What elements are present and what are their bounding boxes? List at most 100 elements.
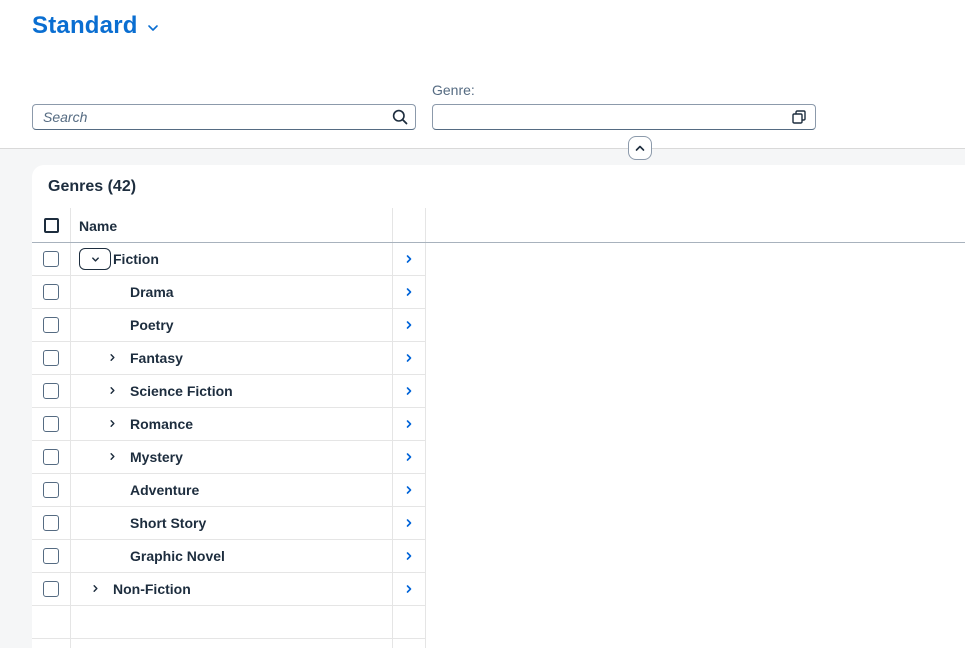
chevron-right-icon [406, 387, 412, 395]
chevron-right-icon [109, 419, 115, 427]
row-select-cell [32, 408, 71, 440]
table-row[interactable]: Science Fiction [32, 375, 426, 408]
chevron-right-icon [406, 288, 412, 296]
column-header-name[interactable]: Name [79, 218, 117, 234]
collapse-node-button[interactable] [79, 248, 111, 270]
row-select-cell [32, 342, 71, 374]
row-name: Poetry [130, 317, 174, 333]
row-navigation-button[interactable] [392, 474, 426, 506]
table-row[interactable]: Mystery [32, 441, 426, 474]
row-select-cell [32, 243, 71, 275]
chevron-down-icon[interactable] [146, 21, 160, 35]
chevron-right-icon [109, 452, 115, 460]
table-row[interactable]: Short Story [32, 507, 426, 540]
chevron-right-icon [406, 585, 412, 593]
row-select-cell [32, 540, 71, 572]
table-body: Fiction Drama Poetry Fantasy Science Fiction… [32, 243, 965, 606]
expand-node-button[interactable] [104, 415, 120, 431]
empty-row [32, 639, 426, 648]
row-name: Drama [130, 284, 174, 300]
table-row[interactable]: Poetry [32, 309, 426, 342]
empty-select-cell [32, 639, 71, 648]
row-navigation-button[interactable] [392, 540, 426, 572]
row-checkbox[interactable] [43, 581, 59, 597]
table-row[interactable]: Non-Fiction [32, 573, 426, 606]
empty-row [32, 606, 426, 639]
nav-column-header [392, 208, 426, 242]
genres-table-panel: Genres (42) Name Fiction Drama Poetry Fanta… [32, 165, 965, 648]
row-select-cell [32, 573, 71, 605]
empty-nav-cell [392, 639, 426, 648]
row-select-cell [32, 276, 71, 308]
value-help-icon[interactable] [792, 110, 806, 124]
table-row[interactable]: Graphic Novel [32, 540, 426, 573]
row-checkbox[interactable] [43, 284, 59, 300]
row-select-cell [32, 309, 71, 341]
row-checkbox[interactable] [43, 317, 59, 333]
row-name: Science Fiction [130, 383, 233, 399]
chevron-right-icon [406, 255, 412, 263]
table-header-row: Name [32, 208, 965, 243]
row-navigation-button[interactable] [392, 573, 426, 605]
expand-node-button[interactable] [87, 580, 103, 596]
row-checkbox[interactable] [43, 251, 59, 267]
row-navigation-button[interactable] [392, 309, 426, 341]
search-input[interactable] [33, 109, 392, 125]
chevron-right-icon [406, 552, 412, 560]
table-row[interactable]: Fantasy [32, 342, 426, 375]
chevron-right-icon [406, 321, 412, 329]
table-title: Genres (42) [48, 178, 137, 195]
chevron-right-icon [109, 386, 115, 394]
filter-bar-header: Standard Genre: [0, 0, 965, 149]
row-select-cell [32, 375, 71, 407]
row-checkbox[interactable] [43, 548, 59, 564]
row-name: Short Story [130, 515, 207, 531]
row-name: Fantasy [130, 350, 183, 366]
row-name: Mystery [130, 449, 183, 465]
chevron-up-icon [635, 145, 645, 151]
row-name: Fiction [113, 251, 159, 267]
select-all-checkbox[interactable] [43, 217, 59, 233]
chevron-right-icon [406, 486, 412, 494]
search-field[interactable] [32, 104, 416, 130]
search-icon[interactable] [392, 109, 408, 125]
row-checkbox[interactable] [43, 449, 59, 465]
genre-label: Genre: [432, 82, 475, 98]
row-navigation-button[interactable] [392, 375, 426, 407]
chevron-right-icon [406, 519, 412, 527]
row-navigation-button[interactable] [392, 342, 426, 374]
row-navigation-button[interactable] [392, 276, 426, 308]
row-navigation-button[interactable] [392, 408, 426, 440]
variant-selector[interactable]: Standard [32, 12, 160, 40]
genre-input[interactable] [432, 104, 816, 130]
row-checkbox[interactable] [43, 383, 59, 399]
row-navigation-button[interactable] [392, 441, 426, 473]
row-name: Non-Fiction [113, 581, 191, 597]
row-checkbox[interactable] [43, 416, 59, 432]
chevron-right-icon [406, 453, 412, 461]
variant-title[interactable]: Standard [32, 12, 138, 40]
table-row[interactable]: Adventure [32, 474, 426, 507]
chevron-right-icon [92, 584, 98, 592]
select-all-cell [32, 208, 71, 242]
chevron-down-icon [91, 256, 99, 262]
expand-node-button[interactable] [104, 448, 120, 464]
expand-node-button[interactable] [104, 349, 120, 365]
row-name: Romance [130, 416, 194, 432]
tree-table: Name Fiction Drama Poetry Fantasy Science Fi… [32, 208, 965, 648]
empty-nav-cell [392, 606, 426, 638]
row-checkbox[interactable] [43, 350, 59, 366]
table-row[interactable]: Romance [32, 408, 426, 441]
row-select-cell [32, 507, 71, 539]
row-navigation-button[interactable] [392, 243, 426, 275]
expand-node-button[interactable] [104, 382, 120, 398]
table-row[interactable]: Fiction [32, 243, 426, 276]
collapse-header-button[interactable] [628, 136, 652, 160]
row-checkbox[interactable] [43, 482, 59, 498]
table-row[interactable]: Drama [32, 276, 426, 309]
empty-select-cell [32, 606, 71, 638]
row-checkbox[interactable] [43, 515, 59, 531]
row-select-cell [32, 474, 71, 506]
row-navigation-button[interactable] [392, 507, 426, 539]
row-name: Graphic Novel [130, 548, 225, 564]
